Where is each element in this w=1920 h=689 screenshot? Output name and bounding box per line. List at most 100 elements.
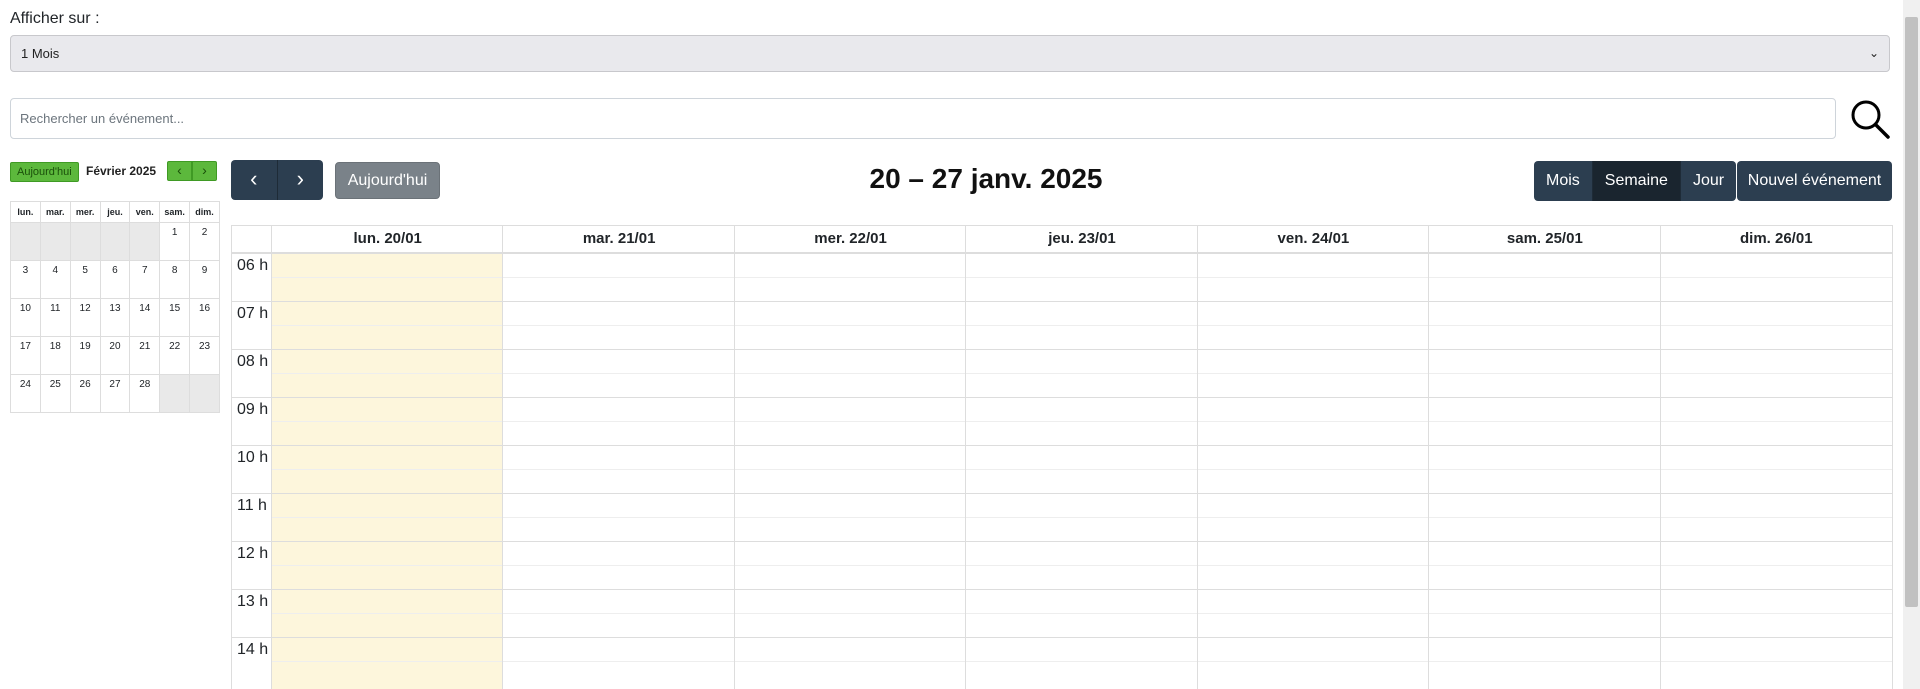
mini-day-cell[interactable]: 18 <box>39 336 71 375</box>
column-divider <box>1659 226 1661 689</box>
mini-calendar-prev-button[interactable]: ‹ <box>167 161 192 181</box>
mini-day-cell[interactable]: 5 <box>69 260 101 299</box>
mini-day-cell[interactable]: 2 <box>189 222 220 261</box>
week-grid[interactable]: lun. 20/01 mar. 21/01 mer. 22/01 jeu. 23/01… <box>231 225 1893 689</box>
mini-day-cell[interactable]: 22 <box>159 336 191 375</box>
mini-day-cell[interactable]: 11 <box>39 298 71 337</box>
view-switcher: Mois Semaine Jour <box>1534 161 1737 201</box>
day-column-header[interactable]: ven. 24/01 <box>1198 226 1429 252</box>
page-scrollbar[interactable] <box>1903 0 1920 689</box>
day-column-header[interactable]: jeu. 23/01 <box>966 226 1197 252</box>
prev-week-button[interactable]: ‹ <box>231 160 277 200</box>
mini-day-cell[interactable]: 1 <box>159 222 191 261</box>
half-hour-divider <box>272 661 1892 662</box>
mini-day-cell[interactable]: 9 <box>189 260 220 299</box>
hour-row[interactable]: 10 h <box>232 445 1892 493</box>
mini-day-cell[interactable]: 24 <box>10 374 41 413</box>
hour-row[interactable]: 13 h <box>232 589 1892 637</box>
mini-calendar-month-title: Février 2025 <box>86 164 157 178</box>
mini-day-cell[interactable]: 25 <box>39 374 71 413</box>
hour-divider <box>232 301 1892 302</box>
search-input[interactable]: Rechercher un événement... <box>10 98 1836 139</box>
next-week-button[interactable]: › <box>276 160 323 200</box>
search-button[interactable] <box>1848 97 1892 141</box>
mini-day-cell[interactable]: 17 <box>10 336 41 375</box>
day-column-header[interactable]: mar. 21/01 <box>503 226 734 252</box>
hour-label: 09 h <box>237 401 269 418</box>
day-column-header[interactable]: mer. 22/01 <box>735 226 966 252</box>
mini-week-row: 3 4 5 6 7 8 9 <box>10 260 220 299</box>
hour-label: 07 h <box>237 305 269 322</box>
mini-weekday-header: ven. <box>129 201 161 223</box>
mini-day-cell[interactable]: 8 <box>159 260 191 299</box>
mini-day-cell[interactable]: 28 <box>129 374 161 413</box>
mini-day-cell[interactable]: 20 <box>99 336 131 375</box>
mini-empty-cell <box>159 374 191 413</box>
mini-calendar-next-button[interactable]: › <box>192 161 217 181</box>
hour-divider <box>232 445 1892 446</box>
mini-day-number: 24 <box>19 379 31 390</box>
mini-day-cell[interactable]: 23 <box>189 336 220 375</box>
mini-empty-cell <box>10 222 41 261</box>
view-week-button[interactable]: Semaine <box>1591 161 1680 201</box>
mini-day-cell[interactable]: 14 <box>129 298 161 337</box>
hour-divider <box>232 349 1892 350</box>
mini-day-cell[interactable]: 26 <box>69 374 101 413</box>
mini-day-cell[interactable]: 3 <box>10 260 41 299</box>
today-button[interactable]: Aujourd'hui <box>335 162 440 199</box>
mini-calendar-today-button[interactable]: Aujourd'hui <box>10 162 79 182</box>
mini-day-number: 18 <box>49 341 61 352</box>
hour-row[interactable]: 08 h <box>232 349 1892 397</box>
hour-row[interactable]: 14 h <box>232 637 1892 685</box>
period-select[interactable]: 1 Mois ⌄ <box>10 35 1890 72</box>
mini-day-cell[interactable]: 27 <box>99 374 131 413</box>
mini-weekday-header: mar. <box>39 201 71 223</box>
day-column-header[interactable]: lun. 20/01 <box>272 226 503 252</box>
column-divider <box>502 226 504 689</box>
mini-empty-cell <box>39 222 71 261</box>
hour-label: 11 h <box>237 497 267 514</box>
hour-label: 06 h <box>237 257 269 274</box>
half-hour-divider <box>272 373 1892 374</box>
hour-row[interactable]: 12 h <box>232 541 1892 589</box>
mini-day-number: 22 <box>169 341 181 352</box>
mini-day-cell[interactable]: 7 <box>129 260 161 299</box>
mini-day-cell[interactable]: 13 <box>99 298 131 337</box>
new-event-button[interactable]: Nouvel événement <box>1737 161 1892 201</box>
scrollbar-thumb[interactable] <box>1905 17 1918 607</box>
hour-row[interactable]: 09 h <box>232 397 1892 445</box>
day-column-header[interactable]: dim. 26/01 <box>1661 226 1892 252</box>
mini-day-cell[interactable]: 19 <box>69 336 101 375</box>
mini-day-number: 2 <box>201 227 208 238</box>
day-column-header[interactable]: sam. 25/01 <box>1429 226 1660 252</box>
hour-row[interactable]: 06 h <box>232 253 1892 301</box>
chevron-right-icon: › <box>296 166 304 191</box>
chevron-down-icon: ⌄ <box>1868 46 1879 60</box>
mini-day-number: 15 <box>169 303 181 314</box>
mini-empty-cell <box>129 222 161 261</box>
half-hour-divider <box>272 421 1892 422</box>
mini-day-cell[interactable]: 12 <box>69 298 101 337</box>
view-day-button[interactable]: Jour <box>1679 161 1737 201</box>
mini-day-number: 9 <box>201 265 208 276</box>
mini-week-row: 24 25 26 27 28 <box>10 374 220 413</box>
mini-day-cell[interactable]: 21 <box>129 336 161 375</box>
mini-day-number: 28 <box>139 379 151 390</box>
half-hour-divider <box>272 469 1892 470</box>
half-hour-divider <box>272 325 1892 326</box>
column-divider <box>965 226 967 689</box>
hour-row[interactable]: 11 h <box>232 493 1892 541</box>
mini-day-number: 11 <box>50 303 61 314</box>
mini-day-number: 5 <box>82 265 88 276</box>
mini-day-number: 25 <box>49 379 61 390</box>
view-month-button[interactable]: Mois <box>1534 161 1592 201</box>
mini-day-cell[interactable]: 16 <box>189 298 220 337</box>
column-divider <box>1428 226 1430 689</box>
hour-row[interactable]: 07 h <box>232 301 1892 349</box>
mini-day-cell[interactable]: 10 <box>10 298 41 337</box>
column-divider <box>1196 226 1198 689</box>
mini-day-cell[interactable]: 6 <box>99 260 131 299</box>
hour-label: 12 h <box>237 545 269 562</box>
mini-day-cell[interactable]: 15 <box>159 298 191 337</box>
mini-day-cell[interactable]: 4 <box>39 260 71 299</box>
